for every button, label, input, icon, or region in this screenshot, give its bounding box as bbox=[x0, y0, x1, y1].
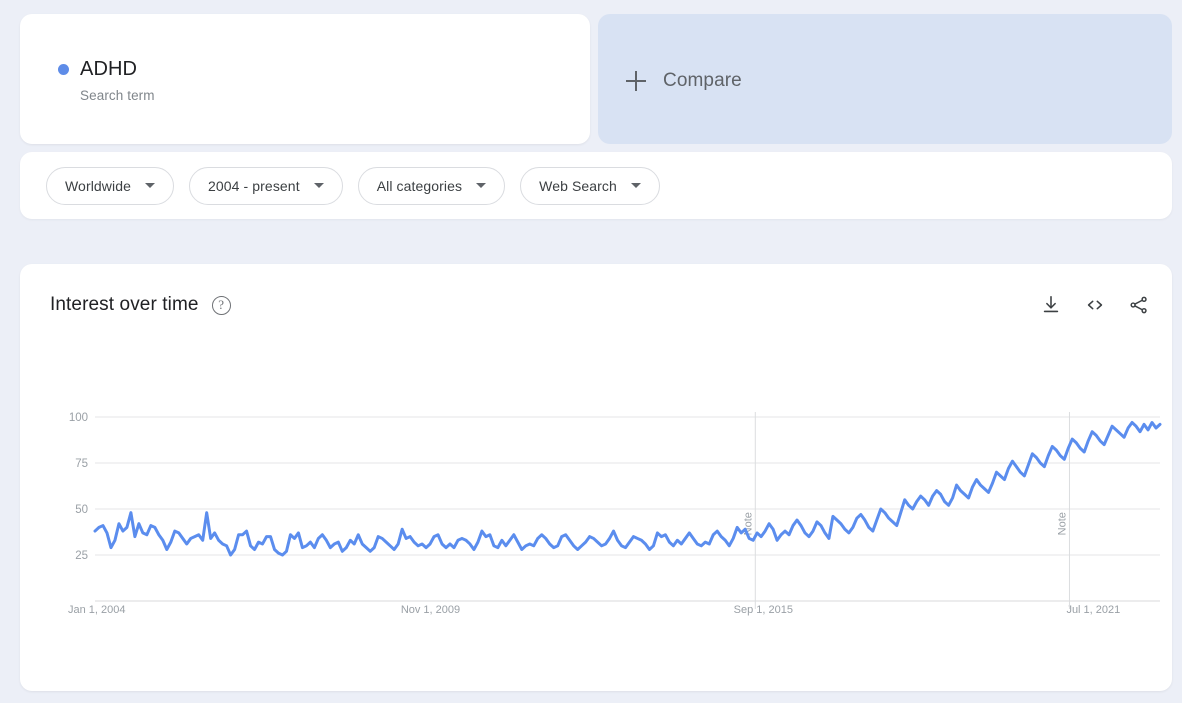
filter-location-label: Worldwide bbox=[65, 177, 131, 194]
compare-card[interactable]: Compare bbox=[598, 14, 1172, 144]
filter-category-label: All categories bbox=[376, 177, 463, 194]
filter-category-dropdown[interactable]: All categories bbox=[357, 166, 506, 205]
svg-text:25: 25 bbox=[75, 550, 88, 562]
search-term-content: ADHD Search term bbox=[58, 58, 155, 103]
search-term-name: ADHD bbox=[80, 58, 138, 80]
interest-over-time-card: Interest over time ? 100 75 50 25 Jan 1,… bbox=[20, 264, 1172, 691]
search-term-type-label: Search term bbox=[80, 88, 155, 103]
filter-timerange-label: 2004 - present bbox=[208, 177, 300, 194]
svg-text:Nov 1, 2009: Nov 1, 2009 bbox=[401, 604, 460, 616]
chart-svg: 100 75 50 25 Jan 1, 2004 Nov 1, 2009 Sep 1, 20… bbox=[68, 412, 1162, 616]
search-terms-row: ADHD Search term Compare bbox=[20, 14, 1172, 144]
compare-label: Compare bbox=[663, 70, 742, 91]
svg-text:Sep 1, 2015: Sep 1, 2015 bbox=[734, 604, 793, 616]
series-color-dot-icon bbox=[58, 63, 69, 75]
filter-searchtype-dropdown[interactable]: Web Search bbox=[520, 166, 660, 205]
filter-timerange-dropdown[interactable]: 2004 - present bbox=[189, 166, 343, 205]
compare-content: Compare bbox=[626, 70, 742, 92]
svg-text:50: 50 bbox=[75, 504, 88, 516]
chevron-down-icon bbox=[145, 183, 155, 188]
chevron-down-icon bbox=[476, 183, 487, 188]
svg-text:100: 100 bbox=[69, 412, 88, 424]
svg-text:Note: Note bbox=[1056, 512, 1068, 535]
svg-text:Jul 1, 2021: Jul 1, 2021 bbox=[1066, 604, 1120, 616]
filter-bar: Worldwide 2004 - present All categories … bbox=[20, 152, 1172, 219]
interest-over-time-chart[interactable]: 100 75 50 25 Jan 1, 2004 Nov 1, 2009 Sep 1, 20… bbox=[20, 264, 1172, 691]
chevron-down-icon bbox=[313, 183, 324, 188]
filter-location-dropdown[interactable]: Worldwide bbox=[46, 166, 174, 205]
search-term-card[interactable]: ADHD Search term bbox=[20, 14, 590, 144]
svg-text:Jan 1, 2004: Jan 1, 2004 bbox=[68, 604, 126, 616]
plus-icon bbox=[626, 71, 646, 91]
google-trends-page: ADHD Search term Compare Worldwide 2004 … bbox=[0, 0, 1182, 703]
filter-searchtype-label: Web Search bbox=[539, 177, 617, 194]
svg-text:75: 75 bbox=[75, 458, 88, 470]
chevron-down-icon bbox=[630, 183, 641, 188]
search-term-title-line: ADHD bbox=[58, 58, 155, 80]
